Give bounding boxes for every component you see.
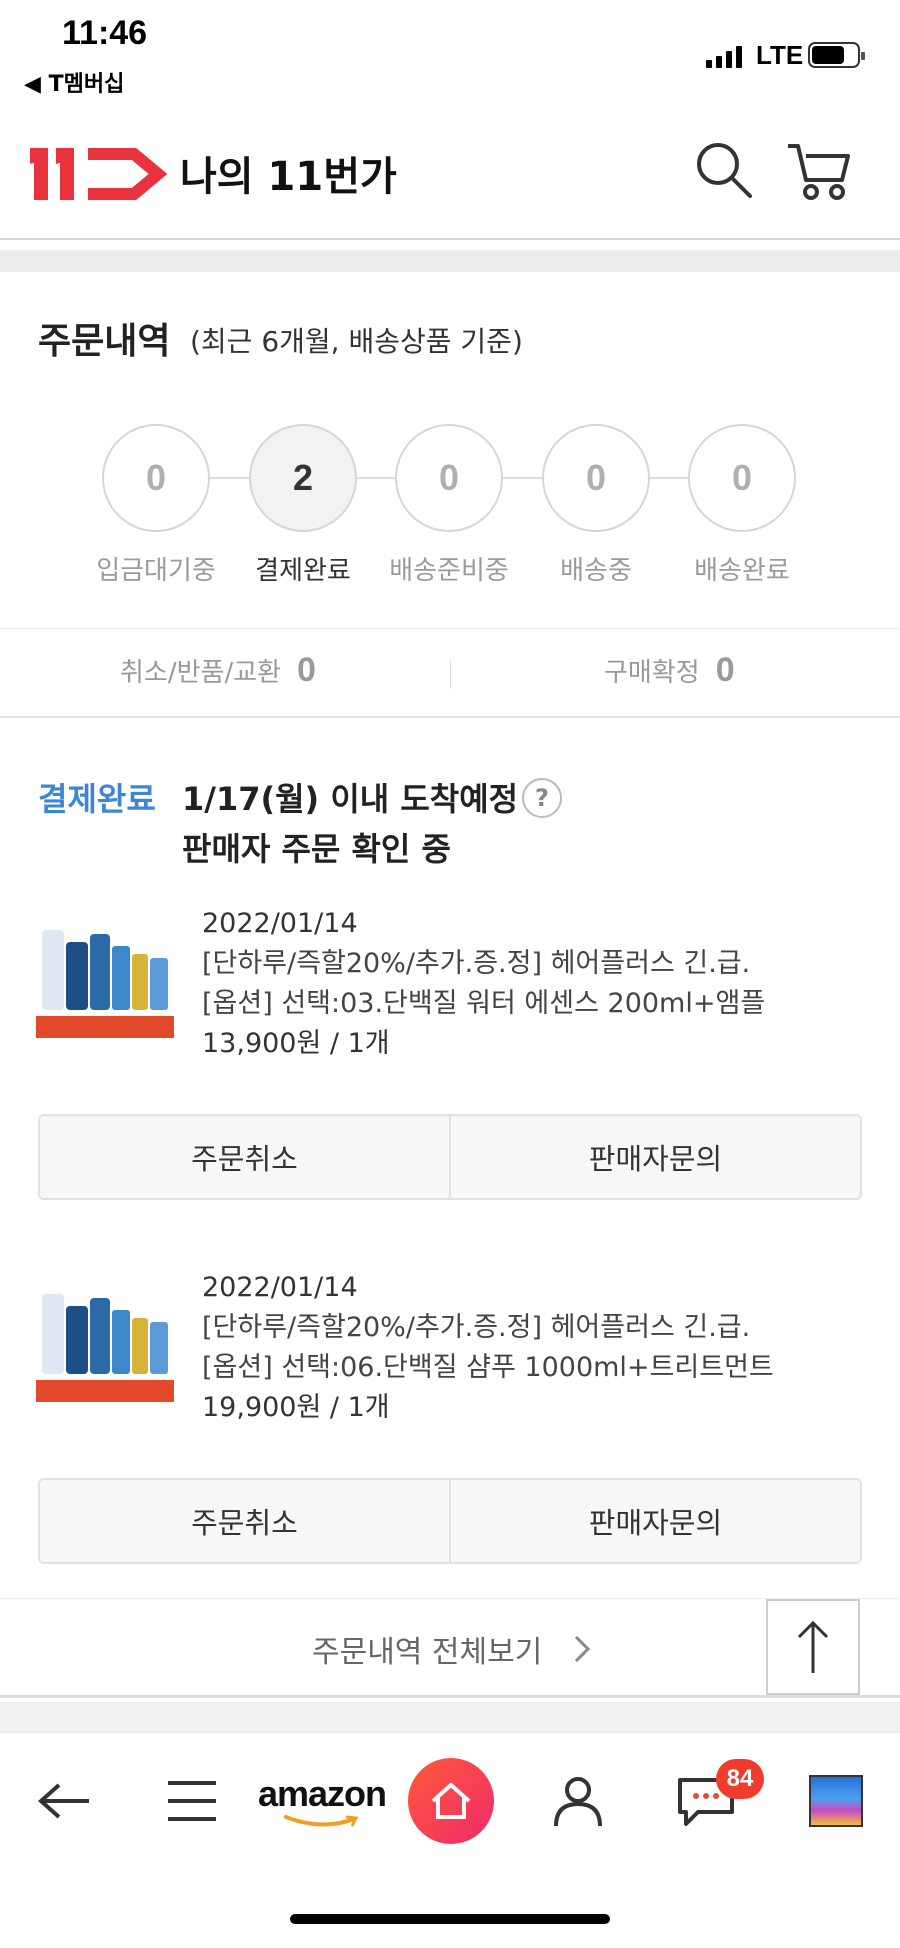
cancel-order-button[interactable]: 주문취소: [40, 1116, 449, 1198]
step-preparing[interactable]: 0 배송준비중: [374, 424, 524, 587]
recent-item-image: [809, 1775, 863, 1827]
network-type: LTE: [756, 40, 804, 70]
purchase-confirm-label: 구매확정: [604, 658, 700, 688]
cancel-return-count: 0: [297, 651, 316, 689]
order-status-label: 결제완료: [38, 780, 156, 818]
cart-icon[interactable]: [784, 136, 852, 204]
step-label: 배송준비중: [389, 556, 509, 586]
seller-inquiry-button[interactable]: 판매자문의: [449, 1480, 860, 1562]
step-count: 2: [249, 424, 357, 532]
step-count: 0: [102, 424, 210, 532]
arrow-up-icon: [797, 1620, 829, 1673]
view-all-orders-link[interactable]: 주문내역 전체보기: [312, 1627, 542, 1671]
product-option: [옵션] 선택:06.단백질 샴푸 1000ml+트리트먼트: [202, 1352, 774, 1383]
step-label: 배송완료: [694, 556, 790, 586]
order-date: 2022/01/14: [202, 908, 358, 939]
item-actions: 주문취소 판매자문의: [38, 1114, 862, 1200]
home-indicator: [290, 1914, 610, 1924]
product-price: 13,900원 / 1개: [202, 1028, 390, 1059]
step-count: 0: [542, 424, 650, 532]
step-payment-complete[interactable]: 2 결제완료: [228, 424, 378, 587]
step-label: 배송중: [560, 556, 632, 586]
cancel-order-button[interactable]: 주문취소: [40, 1480, 449, 1562]
scroll-to-top-button[interactable]: [766, 1599, 860, 1695]
page-title: 나의 11번가: [180, 154, 397, 200]
orders-title: 주문내역: [38, 321, 171, 362]
bottom-navigation: amazon 84: [0, 1732, 900, 1868]
item-details: 2022/01/14 [단하루/즉할20%/추가.증.정] 헤어플러스 긴.급.…: [202, 904, 765, 1064]
product-thumbnail[interactable]: [36, 1288, 174, 1408]
step-shipping[interactable]: 0 배송중: [521, 424, 671, 587]
home-icon: [408, 1758, 494, 1844]
menu-icon[interactable]: [160, 1761, 224, 1841]
product-price: 19,900원 / 1개: [202, 1392, 390, 1423]
product-option: [옵션] 선택:03.단백질 워터 에센스 200ml+앰플: [202, 988, 766, 1019]
cancel-return-link[interactable]: 취소/반품/교환 0: [120, 651, 316, 690]
recent-viewed-thumbnail[interactable]: [808, 1761, 864, 1841]
seller-inquiry-button[interactable]: 판매자문의: [449, 1116, 860, 1198]
step-label: 입금대기중: [96, 556, 216, 586]
chat-badge: 84: [716, 1759, 764, 1799]
step-count: 0: [688, 424, 796, 532]
view-all-orders: 주문내역 전체보기: [0, 1598, 900, 1698]
status-bar: 11:46 ◀ T멤버십 LTE: [0, 0, 900, 100]
amazon-link[interactable]: amazon: [256, 1761, 388, 1841]
product-name[interactable]: [단하루/즉할20%/추가.증.정] 헤어플러스 긴.급.: [202, 944, 765, 984]
step-count: 0: [395, 424, 503, 532]
arrival-info: 1/17(월) 이내 도착예정 판매자 주문 확인 중: [182, 774, 518, 874]
signal-icon: [706, 44, 742, 68]
status-time: 11:46: [62, 14, 148, 52]
arrival-date: 1/17(월) 이내 도착예정: [182, 780, 519, 818]
battery-icon: [808, 42, 865, 68]
chevron-right-icon: [572, 1633, 592, 1665]
purchase-confirm-link[interactable]: 구매확정 0: [604, 651, 735, 690]
purchase-confirm-count: 0: [715, 651, 735, 689]
divider: [450, 659, 451, 689]
product-thumbnail[interactable]: [36, 924, 174, 1044]
step-delivered[interactable]: 0 배송완료: [667, 424, 817, 587]
my-page-icon[interactable]: [546, 1761, 610, 1841]
amazon-smile-icon: [284, 1815, 359, 1827]
amazon-logo: amazon: [257, 1773, 387, 1814]
app-header: 나의 11번가: [0, 100, 900, 240]
cancel-return-label: 취소/반품/교환: [120, 658, 282, 688]
order-counts: 취소/반품/교환 0 구매확정 0: [0, 628, 900, 718]
product-name[interactable]: [단하루/즉할20%/추가.증.정] 헤어플러스 긴.급.: [202, 1308, 774, 1348]
seller-confirm-status: 판매자 주문 확인 중: [182, 830, 451, 868]
back-arrow-icon[interactable]: [30, 1761, 100, 1841]
brand-logo[interactable]: [30, 140, 170, 206]
search-icon[interactable]: [692, 138, 756, 202]
section-divider: [0, 1702, 900, 1732]
section-divider: [0, 250, 900, 272]
order-steps: 0 입금대기중 2 결제완료 0 배송준비중 0 배송중 0 배송완료: [0, 424, 900, 587]
back-to-app-link[interactable]: ◀ T멤버십: [24, 66, 124, 98]
item-actions: 주문취소 판매자문의: [38, 1478, 862, 1564]
home-button[interactable]: [406, 1758, 496, 1844]
step-label: 결제완료: [255, 556, 351, 586]
help-icon[interactable]: ?: [522, 778, 562, 818]
orders-subtitle: (최근 6개월, 배송상품 기준): [190, 325, 523, 358]
item-details: 2022/01/14 [단하루/즉할20%/추가.증.정] 헤어플러스 긴.급.…: [202, 1268, 774, 1428]
order-date: 2022/01/14: [202, 1272, 358, 1303]
step-awaiting-payment[interactable]: 0 입금대기중: [81, 424, 231, 587]
